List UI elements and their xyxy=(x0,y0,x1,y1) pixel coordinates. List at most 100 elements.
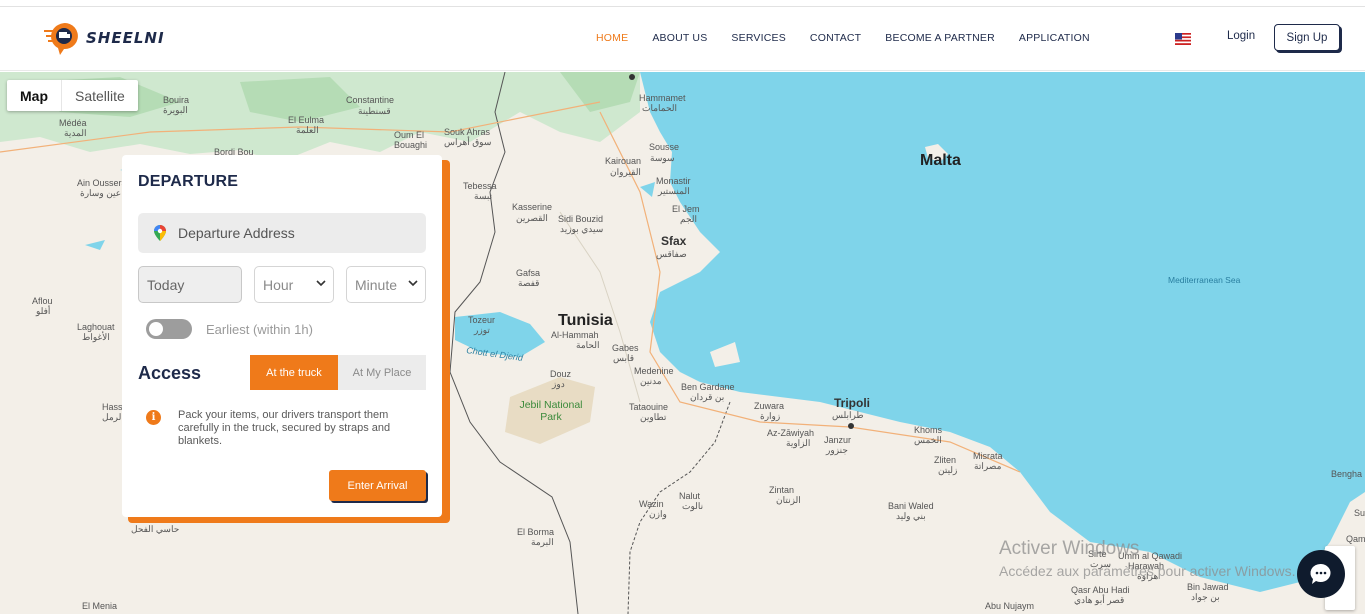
enter-arrival-button[interactable]: Enter Arrival xyxy=(329,470,426,501)
access-info-text: Pack your items, our drivers transport t… xyxy=(178,409,391,447)
map-label-constantine: Constantine xyxy=(346,95,395,105)
map-label-sousse-ar: سوسة xyxy=(650,153,675,163)
access-at-my-place[interactable]: At My Place xyxy=(338,355,426,390)
map-label-douz-ar: دوز xyxy=(552,379,565,389)
departure-address-placeholder: Departure Address xyxy=(178,225,295,241)
nav-become-partner[interactable]: BECOME A PARTNER xyxy=(885,32,995,44)
map-label-medenine-ar: مدنين xyxy=(640,376,662,386)
chevron-down-icon xyxy=(408,280,418,287)
map-label-kasserine-ar: القصرين xyxy=(516,213,548,223)
map-label-malta: Malta xyxy=(920,152,961,169)
map-label-gabes-ar: قابس xyxy=(613,353,635,363)
map-label-baniwaled-ar: بني وليد xyxy=(896,511,926,521)
map-label-jebil: Jebil National Park xyxy=(519,399,583,423)
map-label-nalut-ar: نالوت xyxy=(682,501,704,511)
map-label-sidibouzid-ar: سيدي بوزيد xyxy=(560,224,604,234)
map-label-soukahras-ar: سوق أهراس xyxy=(444,137,492,147)
earliest-toggle[interactable] xyxy=(146,319,192,339)
minute-select[interactable]: Minute xyxy=(346,266,426,303)
map-label-wazin-ar: وازن xyxy=(649,509,667,519)
departure-address-input[interactable]: Departure Address xyxy=(138,213,426,253)
us-flag-icon[interactable] xyxy=(1175,33,1191,45)
map-label-zliten-ar: زليتن xyxy=(938,465,958,475)
map-label-tebessa-ar: تبسة xyxy=(474,191,493,201)
map-label-qaminis: Qaminis xyxy=(1346,534,1365,544)
map-label-misrata-ar: مصراتة xyxy=(974,461,1002,471)
departure-title: DEPARTURE xyxy=(138,173,239,190)
map-label-suluq: Su xyxy=(1354,508,1365,518)
map-type-control: Map Satellite xyxy=(7,80,138,111)
info-icon: i xyxy=(146,410,161,425)
map-pin-icon xyxy=(154,225,166,241)
map-label-elmenia: El Menia xyxy=(82,601,118,611)
map-label-med-sea: Mediterranean Sea xyxy=(1168,275,1241,285)
map-label-bengardane-ar: بن قردان xyxy=(690,392,725,402)
hour-select[interactable]: Hour xyxy=(254,266,334,303)
map-label-sfax-ar: صفاقس xyxy=(656,249,687,259)
nav-services[interactable]: SERVICES xyxy=(731,32,786,44)
brand-logo[interactable]: SHEELNI xyxy=(44,21,165,55)
map-label-sfax: Sfax xyxy=(661,234,687,248)
signup-button[interactable]: Sign Up xyxy=(1274,24,1340,51)
map-type-map[interactable]: Map xyxy=(7,80,62,111)
map-label-sousse: Sousse xyxy=(649,142,680,152)
map-label-kasserine: Kasserine xyxy=(512,202,553,212)
map-label-kairouan: Kairouan xyxy=(605,156,642,166)
map-label-eleulma-ar: العلمة xyxy=(296,125,319,135)
nav-home[interactable]: HOME xyxy=(596,32,628,44)
map-label-aflou-ar: أفلو xyxy=(36,306,51,316)
map-label-tripoli-ar: طرابلس xyxy=(832,410,864,420)
brand-name: SHEELNI xyxy=(86,29,165,47)
map-label-khoms-ar: الخمس xyxy=(914,435,942,445)
map-label-monastir-ar: المنستير xyxy=(658,186,690,196)
map-label-bouira-ar: البويرة xyxy=(163,105,188,115)
map-label-ainouss-ar: عين وسارة xyxy=(80,188,122,198)
access-segmented-control: At the truck At My Place xyxy=(250,355,426,390)
map-label-azzawiyah-ar: الزاوية xyxy=(786,438,811,448)
top-strip xyxy=(0,0,1365,7)
map-label-abunujaym: Abu Nujaym xyxy=(985,601,1035,611)
map-label-tataouine-ar: تطاوين xyxy=(640,412,667,422)
map-label-constantine-ar: قسنطينة xyxy=(358,106,391,116)
map-label-benghazi: Bengha xyxy=(1331,469,1363,479)
chat-bubble-icon xyxy=(1310,563,1331,584)
map-label-gafsa-ar: قفصة xyxy=(518,278,540,288)
map-label-medea-ar: المدية xyxy=(64,128,87,138)
chevron-down-icon xyxy=(316,280,326,287)
earliest-label: Earliest (within 1h) xyxy=(206,322,313,337)
minute-placeholder: Minute xyxy=(355,276,398,293)
map-label-tripoli: Tripoli xyxy=(834,396,870,410)
map-label-zuwara-ar: زوارة xyxy=(760,411,781,421)
main-nav: HOME ABOUT US SERVICES CONTACT BECOME A … xyxy=(596,32,1114,44)
chat-button[interactable] xyxy=(1297,550,1345,598)
windows-activation-title: Activer Windows xyxy=(999,538,1140,559)
site-header: SHEELNI HOME ABOUT US SERVICES CONTACT B… xyxy=(0,7,1365,71)
map-label-alhammah-ar: الحامة xyxy=(576,340,600,350)
map-label-zintan-ar: الزنتان xyxy=(776,495,801,505)
map-label-binjawad-ar: بن جواد xyxy=(1191,592,1220,602)
nav-about-us[interactable]: ABOUT US xyxy=(652,32,707,44)
truck-pin-logo-icon xyxy=(44,23,78,55)
toggle-knob xyxy=(149,322,163,336)
nav-application[interactable]: APPLICATION xyxy=(1019,32,1090,44)
map-label-hammamet-ar: الحمامات xyxy=(642,103,678,113)
map-label-laghouat-ar: الأغواط xyxy=(82,332,110,342)
date-select[interactable]: Today xyxy=(138,266,242,303)
access-title: Access xyxy=(138,363,202,383)
map-label-tunisia: Tunisia xyxy=(558,312,613,329)
nav-contact[interactable]: CONTACT xyxy=(810,32,861,44)
map-label-tozeur-ar: توزر xyxy=(474,325,490,335)
date-value: Today xyxy=(147,276,185,293)
map-label-eljem-ar: الجم xyxy=(680,214,698,224)
map-label-janzur-ar: جنزور xyxy=(826,445,848,455)
departure-panel: DEPARTURE Departure Address Today Hour M… xyxy=(122,155,442,517)
map-label-elborma-ar: البرمة xyxy=(531,537,554,547)
access-at-truck[interactable]: At the truck xyxy=(250,355,338,390)
map-label-kairouan-ar: القيروان xyxy=(610,167,641,177)
map-label-oumel: Oum El Bouaghi xyxy=(394,130,428,150)
map-label-hassifehal-ar: حاسي الفحل xyxy=(131,524,180,534)
hour-placeholder: Hour xyxy=(263,276,294,293)
map-type-satellite[interactable]: Satellite xyxy=(62,80,138,111)
login-link[interactable]: Login xyxy=(1227,30,1255,42)
windows-activation-subtitle: Accédez aux paramètres pour activer Wind… xyxy=(999,563,1296,579)
